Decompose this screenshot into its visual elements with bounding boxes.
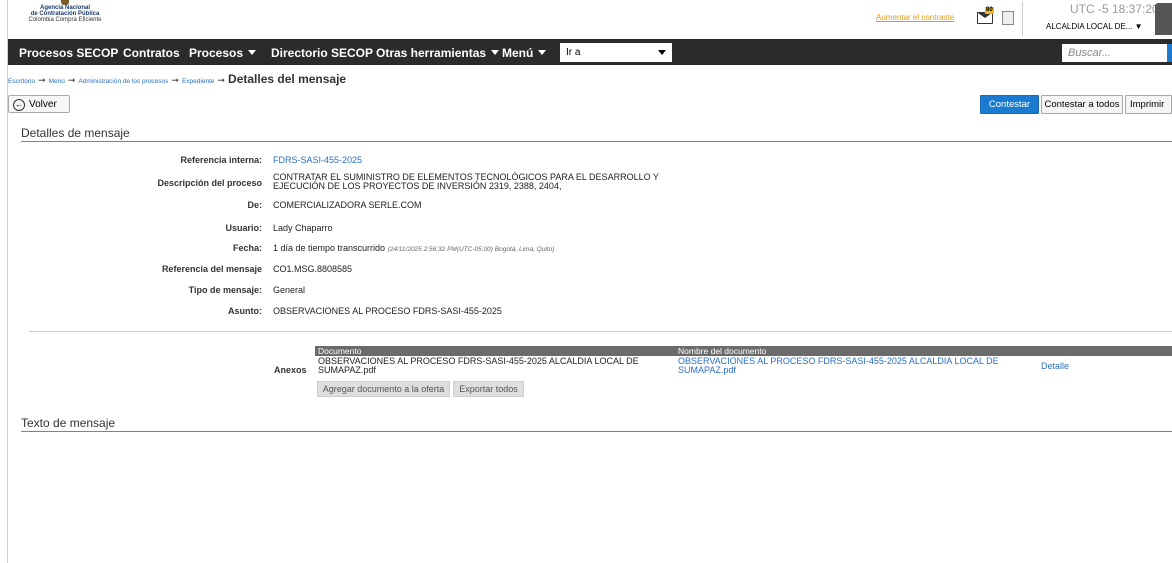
nav-contratos[interactable]: Contratos: [123, 46, 180, 60]
add-document-to-offer-button[interactable]: Agregar documento a la oferta: [317, 381, 450, 397]
message-text-section-rule: [21, 431, 1172, 432]
breadcrumb-arrow-icon: ➞: [38, 75, 46, 85]
nav-otras-herramientas-label: Otras herramientas: [376, 46, 487, 60]
attachment-document: OBSERVACIONES AL PROCESO FDRS-SASI-455-2…: [318, 356, 639, 375]
agency-logo[interactable]: Agencia Nacional de Contratación Pública…: [10, 0, 120, 39]
increase-contrast-link[interactable]: Aumentar el contraste: [876, 13, 954, 22]
field-label-description: Descripción del proceso: [157, 178, 262, 188]
nav-menu[interactable]: Menú: [502, 46, 547, 60]
clock: UTC -5 18:37:20: [1070, 2, 1159, 16]
breadcrumb-arrow-icon: ➞: [217, 75, 226, 85]
attachment-name-link[interactable]: OBSERVACIONES AL PROCESO FDRS-SASI-455-2…: [678, 357, 1028, 375]
breadcrumb-escritorio[interactable]: Escritorio: [8, 78, 35, 85]
message-text-section-title: Texto de mensaje: [21, 416, 116, 430]
top-header: Agencia Nacional de Contratación Pública…: [8, 0, 1172, 39]
nav-directorio-secop[interactable]: Directorio SECOP: [271, 46, 373, 60]
details-section-rule: [21, 141, 1172, 142]
field-label-message-type: Tipo de mensaje:: [188, 285, 262, 295]
subject-value: OBSERVACIONES AL PROCESO FDRS-SASI-455-2…: [273, 306, 502, 316]
user-value: Lady Chaparro: [273, 223, 333, 233]
date-timestamp: (24/11/2025 2:56:32 PM(UTC-05:00) Bogotá…: [387, 246, 555, 253]
documents-icon[interactable]: [1002, 11, 1014, 25]
breadcrumb-arrow-icon: ➞: [171, 75, 179, 85]
field-label-message-ref: Referencia del mensaje: [161, 264, 262, 274]
details-section-title: Detalles de mensaje: [21, 126, 130, 140]
nav-procesos-secop[interactable]: Procesos SECOP: [19, 46, 118, 60]
user-avatar[interactable]: [1155, 3, 1172, 35]
page-title: Detalles del mensaje: [228, 72, 347, 86]
message-ref-value: CO1.MSG.8808585: [273, 264, 353, 274]
back-button[interactable]: ← Volver: [8, 95, 70, 113]
header-separator: [1022, 2, 1023, 36]
breadcrumb-expediente[interactable]: Expediente: [182, 78, 215, 85]
section-divider: [29, 331, 1172, 332]
column-header-document-name: Nombre del documento: [678, 346, 767, 356]
nav-otras-herramientas[interactable]: Otras herramientas: [376, 46, 500, 60]
breadcrumb-administracion[interactable]: Administración de los procesos: [78, 78, 168, 85]
nav-procesos[interactable]: Procesos: [189, 46, 257, 60]
internal-ref-link[interactable]: FDRS-SASI-455-2025: [273, 155, 362, 165]
search-input[interactable]: [1062, 44, 1172, 62]
goto-select-value: Ir a: [566, 47, 581, 58]
nav-menu-label: Menú: [502, 46, 534, 60]
entity-dropdown-icon: ▼: [1134, 22, 1143, 31]
field-label-subject: Asunto:: [228, 306, 262, 316]
attachments-label: Anexos: [274, 365, 307, 375]
date-value: 1 día de tiempo transcurrido (24/11/2025…: [273, 243, 554, 253]
process-description: CONTRATAR EL SUMINISTRO DE ELEMENTOS TEC…: [273, 172, 659, 191]
export-all-button[interactable]: Exportar todos: [453, 381, 524, 397]
attachments-table-header: Documento Nombre del documento: [315, 346, 1172, 356]
from-value: COMERCIALIZADORA SERLE.COM: [273, 200, 422, 210]
chevron-down-icon: [538, 50, 547, 55]
field-label-from: De:: [247, 200, 262, 210]
chevron-down-icon: [491, 50, 500, 55]
reply-all-button[interactable]: Contestar a todos: [1041, 95, 1123, 114]
breadcrumb: Escritorio ➞ Menú ➞ Administración de los pr…: [8, 72, 346, 86]
entity-selector[interactable]: ALCALDIA LOCAL DE... ▼: [1046, 22, 1143, 31]
logo-line-3: Colombia Compra Eficiente: [28, 17, 102, 23]
search-button[interactable]: [1167, 44, 1172, 62]
date-elapsed: 1 día de tiempo transcurrido: [273, 243, 386, 253]
print-button[interactable]: Imprimir: [1125, 95, 1172, 114]
breadcrumb-menu[interactable]: Menú: [49, 78, 65, 85]
column-header-document: Documento: [318, 346, 362, 356]
chevron-down-icon: [248, 50, 257, 55]
select-arrow-icon: [658, 50, 666, 55]
field-label-date: Fecha:: [232, 243, 262, 253]
entity-name: ALCALDIA LOCAL DE...: [1046, 22, 1133, 31]
attachment-detail-link[interactable]: Detalle: [1041, 362, 1069, 371]
field-label-user: Usuario:: [225, 223, 262, 233]
message-type-value: General: [273, 285, 306, 295]
breadcrumb-arrow-icon: ➞: [67, 75, 76, 85]
arrow-left-circle-icon: ←: [13, 99, 25, 111]
unread-count-badge: 80: [985, 7, 994, 14]
goto-select[interactable]: Ir a: [560, 43, 672, 62]
reply-button[interactable]: Contestar: [980, 95, 1039, 114]
field-label-internal-ref: Referencia interna:: [180, 155, 262, 165]
nav-procesos-label: Procesos: [189, 46, 244, 60]
back-button-label: Volver: [29, 99, 57, 110]
